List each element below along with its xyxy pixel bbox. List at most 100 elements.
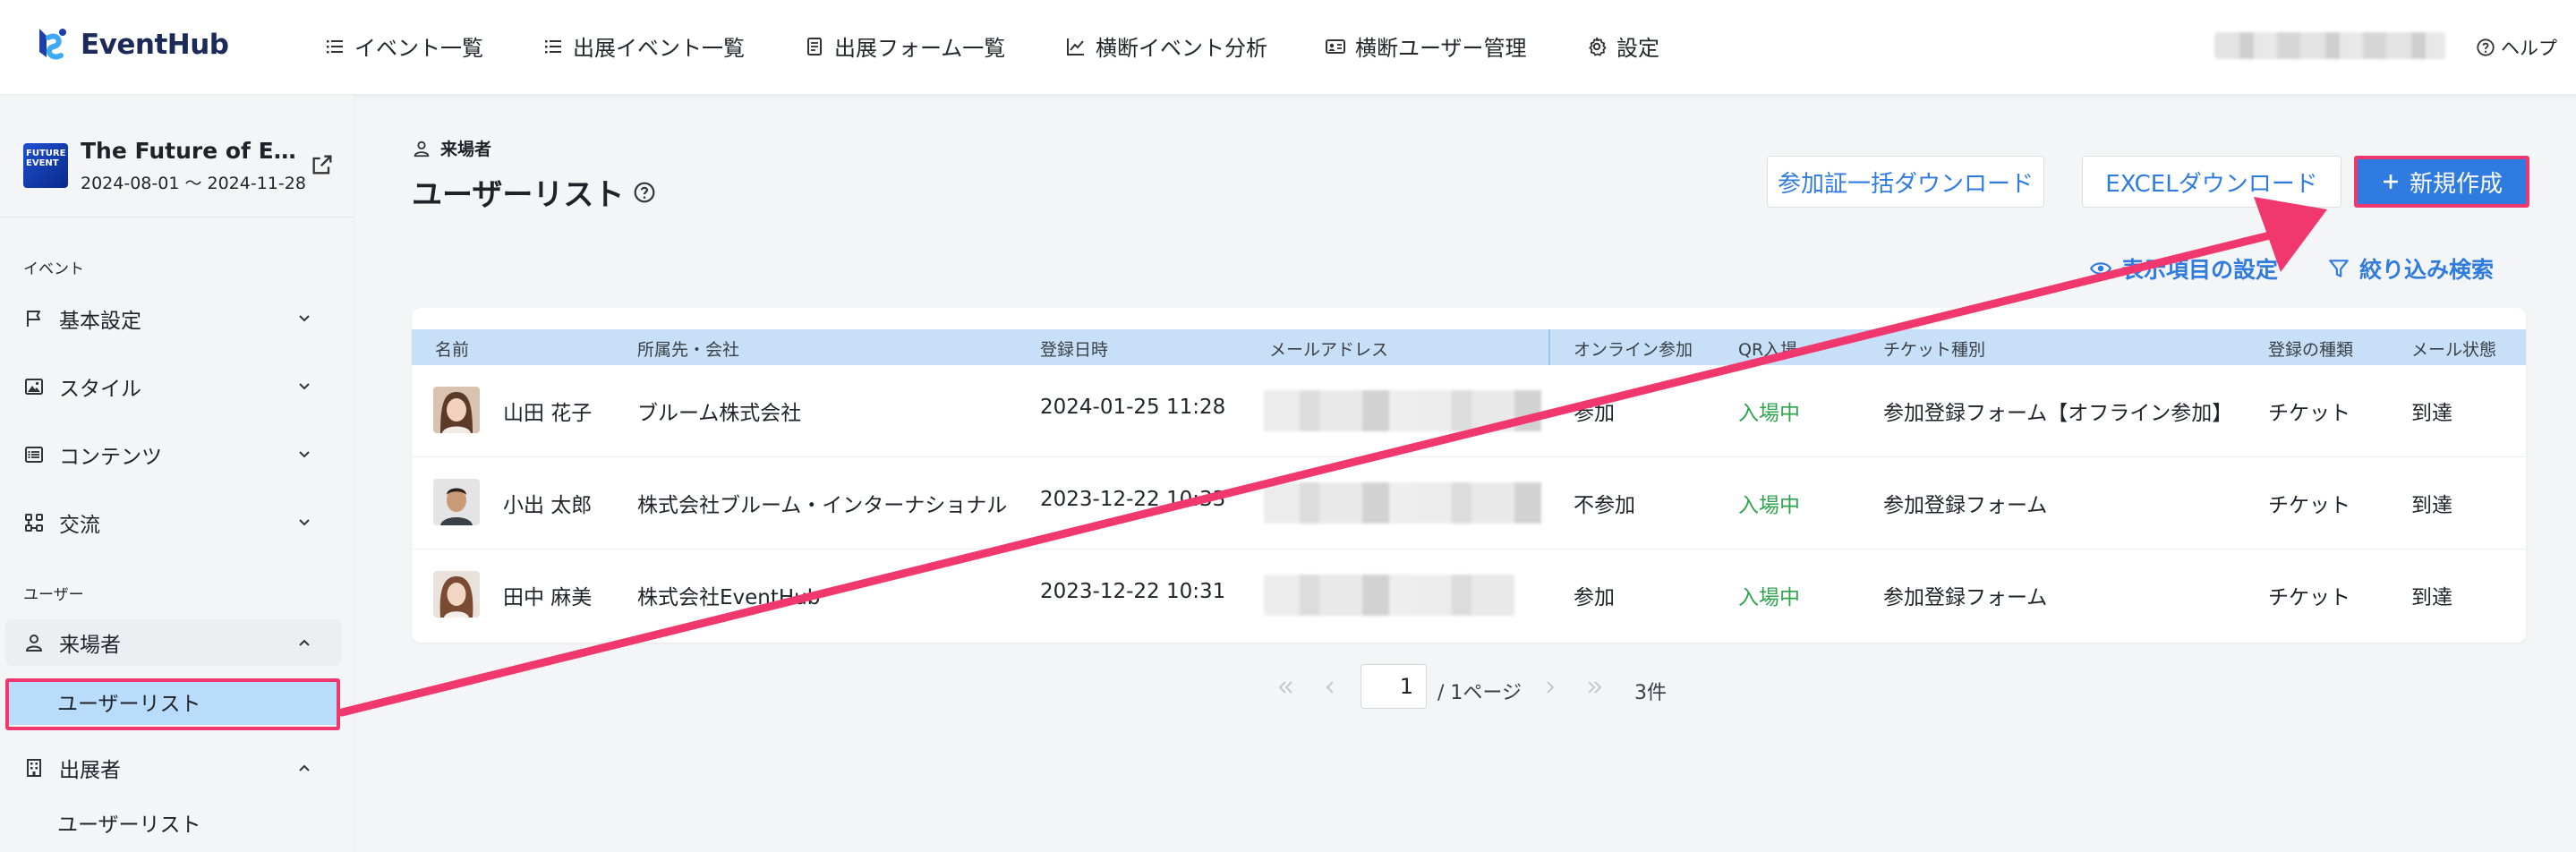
- display-settings-label: 表示項目の設定: [2121, 257, 2279, 283]
- sidebar-item-contents[interactable]: コンテンツ: [23, 431, 328, 478]
- last-page-icon[interactable]: [1584, 677, 1606, 698]
- cell-ticket-type: 参加登録フォーム: [1883, 494, 2048, 517]
- cell-ticket-type: 参加登録フォーム【オフライン参加】: [1883, 402, 2233, 425]
- cell-name: 田中 麻美: [503, 586, 593, 609]
- column-resize-handle[interactable]: [1548, 329, 1550, 365]
- breadcrumb-label: 来場者: [440, 140, 492, 159]
- avatar-photo: [433, 571, 480, 618]
- sidebar-item-label: コンテンツ: [59, 446, 162, 469]
- nav-event-list[interactable]: イベント一覧: [324, 30, 483, 62]
- cell-mail-status: 到達: [2411, 494, 2452, 517]
- avatar-photo: [433, 479, 480, 525]
- filter-search-label: 絞り込み検索: [2359, 257, 2495, 283]
- sidebar-item-label: スタイル: [59, 378, 141, 401]
- cell-online: 参加: [1574, 402, 1615, 425]
- column-header-name[interactable]: 名前: [435, 337, 469, 361]
- cell-ticket-type: 参加登録フォーム: [1883, 586, 2048, 609]
- annotation-highlight-user-list: [5, 678, 340, 730]
- page-title-text: ユーザーリスト: [412, 177, 625, 213]
- filter-search-link[interactable]: 絞り込み検索: [2327, 252, 2494, 285]
- help-link[interactable]: ヘルプ: [2476, 34, 2557, 61]
- prev-page-icon[interactable]: [1319, 677, 1341, 698]
- sidebar-section-event: イベント: [23, 260, 84, 278]
- help-icon: [2477, 38, 2495, 56]
- excel-download-button[interactable]: EXCELダウンロード: [2082, 156, 2341, 208]
- cell-name: 小出 太郎: [503, 494, 593, 517]
- column-header-qr-entry[interactable]: QR入場: [1738, 337, 1797, 361]
- external-link-icon[interactable]: [310, 152, 335, 177]
- sidebar: FUTURE EVENT The Future of Eve… 2024-08-…: [0, 95, 354, 852]
- sidebar-item-networking[interactable]: 交流: [23, 499, 328, 546]
- nav-exhibit-form-list[interactable]: 出展フォーム一覧: [804, 30, 1005, 62]
- sidebar-item-label: 基本設定: [59, 310, 141, 333]
- table-row[interactable]: 山田 花子 ブルーム株式会社 2024-01-25 11:28 参加 入場中 参…: [412, 365, 2526, 457]
- eventhub-logo[interactable]: EventHub: [36, 25, 229, 64]
- eye-icon: [2089, 262, 2112, 275]
- avatar-photo: [433, 387, 480, 433]
- chart-icon: [1067, 38, 1084, 55]
- avatar: [433, 479, 480, 525]
- cell-mail-status: 到達: [2411, 586, 2452, 609]
- first-page-icon[interactable]: [1275, 677, 1296, 698]
- column-header-email[interactable]: メールアドレス: [1269, 337, 1388, 361]
- breadcrumb: 来場者: [412, 136, 491, 160]
- current-event-card: FUTURE EVENT The Future of Eve… 2024-08-…: [23, 136, 345, 193]
- table-row[interactable]: 小出 太郎 株式会社ブルーム・インターナショナル 2023-12-22 10:3…: [412, 457, 2526, 550]
- column-header-company[interactable]: 所属先・会社: [637, 337, 739, 361]
- top-nav: EventHub イベント一覧 出展イベント一覧 出展フォーム一覧 横断イベント…: [0, 0, 2576, 95]
- cell-company: 株式会社ブルーム・インターナショナル: [637, 494, 1008, 517]
- cell-date: 2023-12-22 10:31: [1040, 580, 1226, 603]
- chevron-down-icon: [299, 315, 310, 322]
- nav-label: イベント一覧: [354, 36, 483, 61]
- filter-icon: [2329, 260, 2349, 277]
- nav-exhibit-event-list[interactable]: 出展イベント一覧: [542, 30, 745, 62]
- flag-icon: [27, 311, 40, 327]
- user-table: 名前 所属先・会社 登録日時 メールアドレス オンライン参加 QR入場 チケット…: [412, 308, 2526, 643]
- cell-company: ブルーム株式会社: [637, 402, 802, 425]
- chevron-down-icon: [299, 451, 310, 458]
- event-thumbnail: FUTURE EVENT: [23, 143, 68, 188]
- table-row[interactable]: 田中 麻美 株式会社EventHub 2023-12-22 10:31 参加 入…: [412, 550, 2526, 642]
- chevron-down-icon: [299, 383, 310, 390]
- help-icon[interactable]: [633, 181, 656, 204]
- cell-name: 山田 花子: [503, 402, 593, 425]
- nav-label: 出展フォーム一覧: [834, 36, 1006, 61]
- sidebar-subitem-exhibitor-user-list[interactable]: ユーザーリスト: [57, 807, 201, 838]
- display-settings-link[interactable]: 表示項目の設定: [2089, 252, 2278, 285]
- nav-settings[interactable]: 設定: [1586, 30, 1659, 62]
- bulk-download-button[interactable]: 参加証一括ダウンロード: [1767, 156, 2044, 208]
- page-number-input[interactable]: 1: [1361, 664, 1427, 709]
- event-title: The Future of Eve…: [81, 138, 304, 164]
- column-header-mail-status[interactable]: メール状態: [2411, 337, 2496, 361]
- page-total: / 1ページ: [1437, 682, 1522, 704]
- column-header-registration-type[interactable]: 登録の種類: [2268, 337, 2353, 361]
- sidebar-item-exhibitors[interactable]: 出展者: [23, 745, 328, 791]
- nav-label: 横断イベント分析: [1096, 36, 1267, 61]
- sidebar-item-style[interactable]: スタイル: [23, 363, 328, 410]
- nav-label: 出展イベント一覧: [573, 36, 745, 61]
- sidebar-item-visitors[interactable]: 来場者: [23, 619, 328, 666]
- brand-name: EventHub: [81, 29, 229, 61]
- record-count: 3件: [1634, 682, 1667, 704]
- nav-cross-user-management[interactable]: 横断ユーザー管理: [1325, 30, 1527, 62]
- sidebar-item-label: 来場者: [59, 634, 121, 657]
- avatar: [433, 571, 480, 618]
- nav-cross-event-analytics[interactable]: 横断イベント分析: [1065, 30, 1267, 62]
- form-icon: [807, 37, 822, 55]
- user-icon: [25, 635, 43, 652]
- list-icon: [545, 39, 561, 53]
- cell-registration-type: チケット: [2268, 494, 2350, 517]
- chevron-down-icon: [299, 519, 310, 526]
- sidebar-item-basic-settings[interactable]: 基本設定: [23, 295, 328, 342]
- user-account-menu[interactable]: [2214, 32, 2445, 59]
- cell-qr-status: 入場中: [1738, 586, 1800, 609]
- cell-email-redacted: [1264, 482, 1541, 524]
- column-header-date[interactable]: 登録日時: [1040, 337, 1108, 361]
- column-header-ticket-type[interactable]: チケット種別: [1883, 337, 1985, 361]
- chevron-up-icon: [299, 639, 310, 646]
- cell-qr-status: 入場中: [1738, 402, 1800, 425]
- list-icon: [327, 39, 343, 53]
- cell-email-redacted: [1264, 390, 1541, 431]
- column-header-online[interactable]: オンライン参加: [1574, 337, 1693, 361]
- next-page-icon[interactable]: [1540, 677, 1561, 698]
